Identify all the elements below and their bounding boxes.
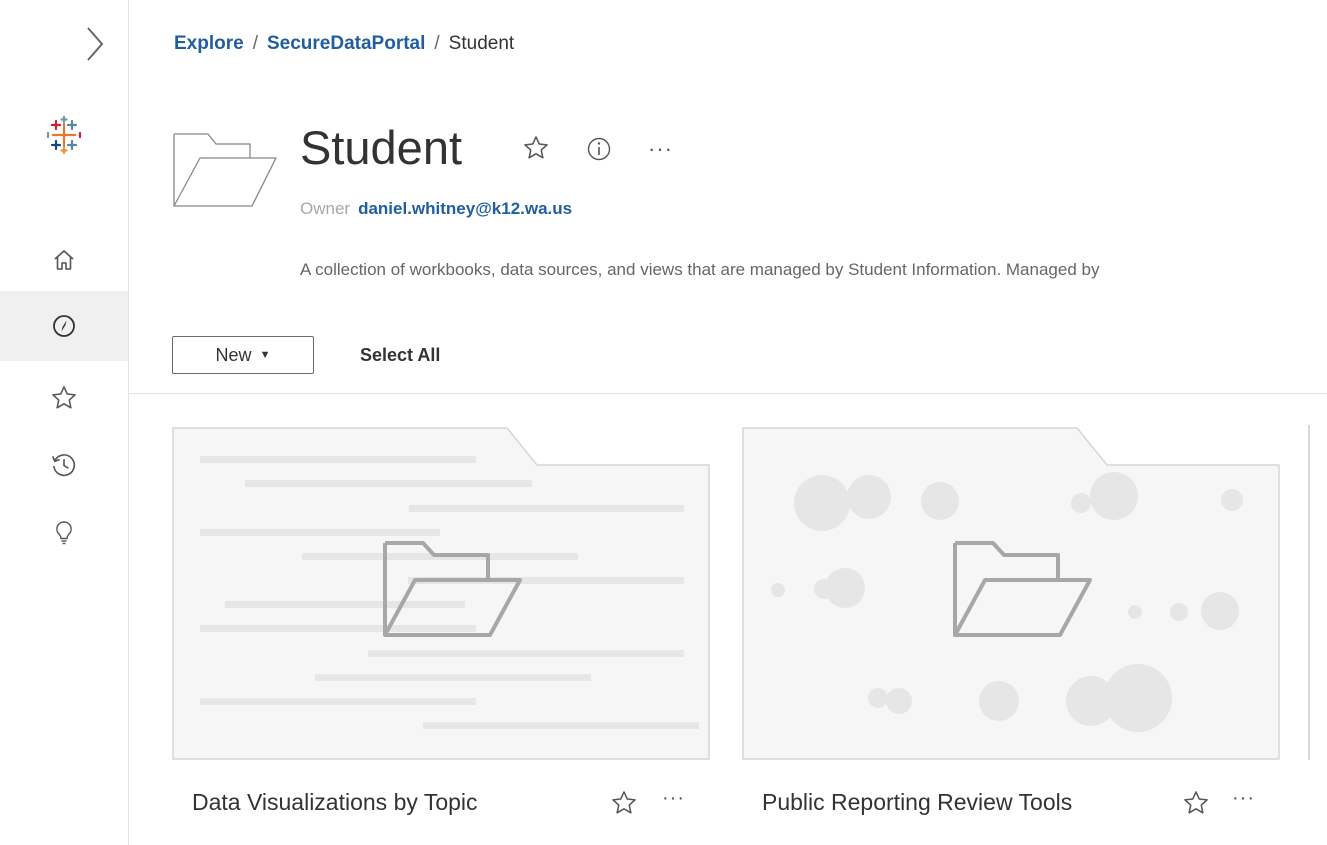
tableau-logo-icon[interactable] — [0, 100, 128, 170]
project-folder-icon — [173, 133, 277, 207]
sidebar — [0, 0, 129, 845]
new-dropdown-button[interactable]: New ▼ — [172, 336, 314, 374]
home-icon[interactable] — [0, 225, 128, 295]
favorite-star-icon[interactable] — [1182, 789, 1210, 817]
divider — [128, 393, 1327, 394]
project-thumbnail[interactable] — [172, 425, 712, 765]
more-actions-icon[interactable]: ··· — [662, 787, 685, 810]
owner-row: Owner daniel.whitney@k12.wa.us — [300, 199, 572, 219]
more-actions-icon[interactable]: ··· — [648, 136, 673, 162]
breadcrumb-explore-link[interactable]: Explore — [174, 33, 244, 54]
recents-clock-icon[interactable] — [0, 430, 128, 500]
favorite-star-icon[interactable] — [610, 789, 638, 817]
more-actions-icon[interactable]: ··· — [1232, 787, 1255, 810]
card-title[interactable]: Data Visualizations by Topic — [192, 789, 478, 816]
recommendations-lightbulb-icon[interactable] — [0, 498, 128, 568]
select-all-button[interactable]: Select All — [360, 345, 440, 366]
project-card-partial[interactable] — [1308, 425, 1327, 760]
info-icon[interactable] — [586, 136, 612, 162]
breadcrumb-separator: / — [252, 33, 258, 54]
caret-down-icon: ▼ — [259, 349, 271, 361]
favorites-star-icon[interactable] — [0, 363, 128, 433]
owner-link[interactable]: daniel.whitney@k12.wa.us — [358, 199, 572, 218]
breadcrumb-securedataportal-link[interactable]: SecureDataPortal — [267, 33, 425, 54]
breadcrumb: Explore / SecureDataPortal / Student — [174, 33, 514, 55]
chevron-right-icon[interactable] — [82, 24, 106, 64]
project-card[interactable]: Public Reporting Review Tools ··· — [742, 425, 1282, 825]
new-button-label: New — [215, 344, 252, 365]
breadcrumb-separator: / — [434, 33, 440, 54]
card-title[interactable]: Public Reporting Review Tools — [762, 789, 1072, 816]
project-thumbnail[interactable] — [742, 425, 1282, 765]
breadcrumb-current: Student — [448, 33, 515, 54]
favorite-star-icon[interactable] — [522, 134, 550, 162]
project-description: A collection of workbooks, data sources,… — [300, 260, 1100, 279]
explore-compass-icon[interactable] — [0, 291, 128, 361]
project-card[interactable]: Data Visualizations by Topic ··· — [172, 425, 712, 825]
page-title: Student — [300, 121, 463, 174]
owner-label: Owner — [300, 199, 351, 218]
